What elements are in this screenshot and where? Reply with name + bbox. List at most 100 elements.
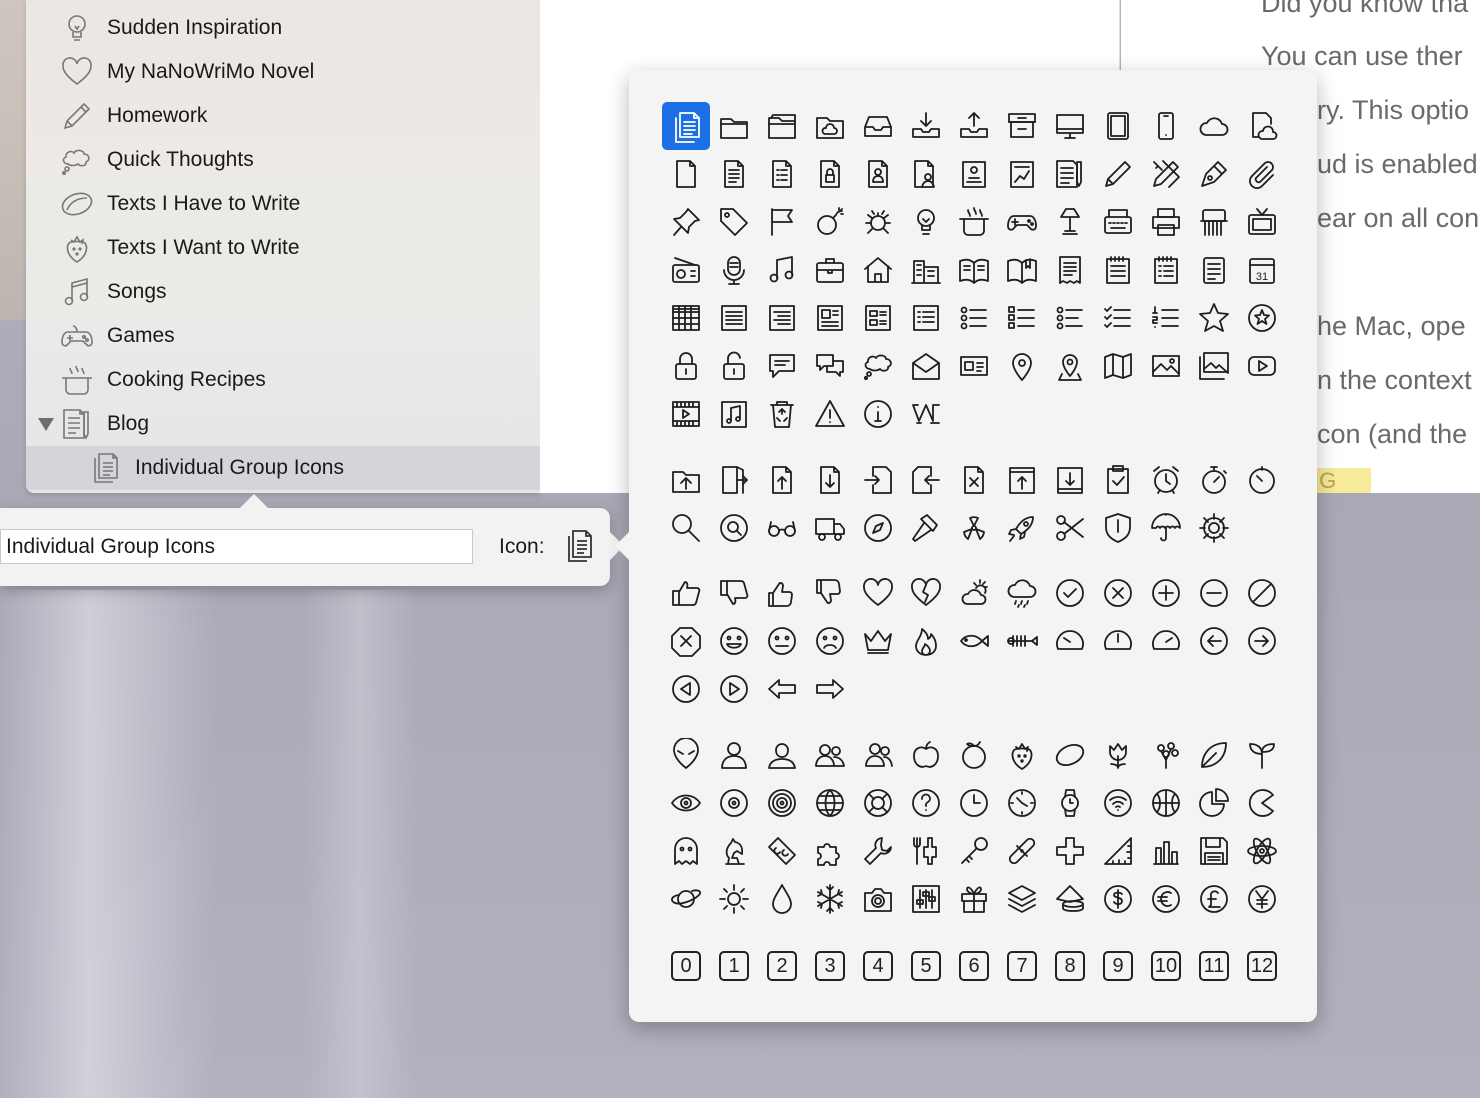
music-note-icon[interactable] <box>758 246 806 294</box>
tools-icon[interactable] <box>902 827 950 875</box>
globe-icon[interactable] <box>806 779 854 827</box>
documents-icon[interactable] <box>662 102 710 150</box>
camera-icon[interactable] <box>854 875 902 923</box>
group-name-field[interactable] <box>0 529 473 564</box>
thumbs-up-icon[interactable] <box>662 569 710 617</box>
doc-pencil-icon[interactable] <box>1046 150 1094 198</box>
bullet-list-icon[interactable] <box>950 294 998 342</box>
scissors-icon[interactable] <box>1046 504 1094 552</box>
sidebar-item-songs[interactable]: Songs <box>26 270 540 314</box>
chess-knight-icon[interactable] <box>710 827 758 875</box>
minus-circle-icon[interactable] <box>1190 569 1238 617</box>
arrow-left-icon[interactable] <box>758 665 806 713</box>
blank-doc-icon[interactable] <box>662 150 710 198</box>
floppy-icon[interactable] <box>1190 827 1238 875</box>
gauge-low-icon[interactable] <box>1046 617 1094 665</box>
play-right-circle-icon[interactable] <box>710 665 758 713</box>
fire-icon[interactable] <box>902 617 950 665</box>
clipboard-check-icon[interactable] <box>1094 456 1142 504</box>
eye-icon[interactable] <box>662 779 710 827</box>
folder-open-icon[interactable] <box>758 102 806 150</box>
paperclip-icon[interactable] <box>1238 150 1286 198</box>
documents-icon[interactable] <box>561 527 597 565</box>
map-pin-flag-icon[interactable] <box>1046 342 1094 390</box>
number-9-icon[interactable]: 9 <box>1094 942 1142 990</box>
folder-cloud-icon[interactable] <box>806 102 854 150</box>
person-doc2-icon[interactable] <box>902 150 950 198</box>
download-box-icon[interactable] <box>1046 456 1094 504</box>
rocket-icon[interactable] <box>998 504 1046 552</box>
file-down-icon[interactable] <box>806 456 854 504</box>
broken-heart-icon[interactable] <box>902 569 950 617</box>
notepad-icon[interactable] <box>1094 246 1142 294</box>
phone-icon[interactable] <box>1142 102 1190 150</box>
play-left-circle-icon[interactable] <box>662 665 710 713</box>
coins-icon[interactable] <box>1046 875 1094 923</box>
thought-bubble-icon[interactable] <box>854 342 902 390</box>
yen-icon[interactable] <box>1238 875 1286 923</box>
gear-icon[interactable] <box>1190 504 1238 552</box>
zoom-icon[interactable] <box>710 504 758 552</box>
cooking-pot-icon[interactable] <box>950 198 998 246</box>
tape-icon[interactable] <box>758 827 806 875</box>
glasses-icon[interactable] <box>758 504 806 552</box>
apple-icon[interactable] <box>902 731 950 779</box>
radiation-icon[interactable] <box>950 504 998 552</box>
thumbs-down-icon[interactable] <box>710 569 758 617</box>
newspaper-icon[interactable] <box>806 294 854 342</box>
flag-icon[interactable] <box>758 198 806 246</box>
people2-icon[interactable] <box>854 731 902 779</box>
shredder-icon[interactable] <box>1190 198 1238 246</box>
receipt-icon[interactable] <box>1046 246 1094 294</box>
bullet-list2-icon[interactable] <box>998 294 1046 342</box>
printer-icon[interactable] <box>1142 198 1190 246</box>
file-export-icon[interactable] <box>902 456 950 504</box>
star-icon[interactable] <box>1190 294 1238 342</box>
pacman-icon[interactable] <box>1238 779 1286 827</box>
heart-icon[interactable] <box>854 569 902 617</box>
layers-icon[interactable] <box>998 875 1046 923</box>
puzzle-icon[interactable] <box>806 827 854 875</box>
alien-icon[interactable] <box>662 731 710 779</box>
text-doc-icon[interactable] <box>710 150 758 198</box>
number-6-icon[interactable]: 6 <box>950 942 998 990</box>
chart-doc-icon[interactable] <box>998 150 1046 198</box>
sad-icon[interactable] <box>806 617 854 665</box>
numbered-list-icon[interactable] <box>1142 294 1190 342</box>
ghost-icon[interactable] <box>662 827 710 875</box>
sidebar-item-texts-have-to-write[interactable]: Texts I Have to Write <box>26 182 540 226</box>
house-icon[interactable] <box>854 246 902 294</box>
pencil-ruler-icon[interactable] <box>1142 150 1190 198</box>
plus-icon[interactable] <box>1046 827 1094 875</box>
gauge-mid-icon[interactable] <box>1094 617 1142 665</box>
fish-icon[interactable] <box>950 617 998 665</box>
number-8-icon[interactable]: 8 <box>1046 942 1094 990</box>
plus-circle-icon[interactable] <box>1142 569 1190 617</box>
orange-icon[interactable] <box>950 731 998 779</box>
lifebuoy-icon[interactable] <box>854 779 902 827</box>
snowflake-icon[interactable] <box>806 875 854 923</box>
gauge-high-icon[interactable] <box>1142 617 1190 665</box>
map-pin-icon[interactable] <box>998 342 1046 390</box>
sprout-icon[interactable] <box>1238 731 1286 779</box>
number-2-icon[interactable]: 2 <box>758 942 806 990</box>
truck-icon[interactable] <box>806 504 854 552</box>
warning-icon[interactable] <box>806 390 854 438</box>
align-right-icon[interactable] <box>758 294 806 342</box>
target-icon[interactable] <box>710 779 758 827</box>
wifi-icon[interactable] <box>1094 779 1142 827</box>
folder-upload-icon[interactable] <box>662 456 710 504</box>
x-circle-icon[interactable] <box>1094 569 1142 617</box>
chat-icon[interactable] <box>806 342 854 390</box>
folder-icon[interactable] <box>710 102 758 150</box>
sidebar-item-texts-want-to-write[interactable]: Texts I Want to Write <box>26 226 540 270</box>
sidebar-item-sudden-inspiration[interactable]: Sudden Inspiration <box>26 6 540 50</box>
upload-box-icon[interactable] <box>998 456 1046 504</box>
align-left-icon[interactable] <box>710 294 758 342</box>
cloud-icon[interactable] <box>1190 102 1238 150</box>
partly-sunny-icon[interactable] <box>950 569 998 617</box>
doc-cloud-icon[interactable] <box>1238 102 1286 150</box>
target2-icon[interactable] <box>758 779 806 827</box>
grid-icon[interactable] <box>662 294 710 342</box>
microphone-icon[interactable] <box>710 246 758 294</box>
